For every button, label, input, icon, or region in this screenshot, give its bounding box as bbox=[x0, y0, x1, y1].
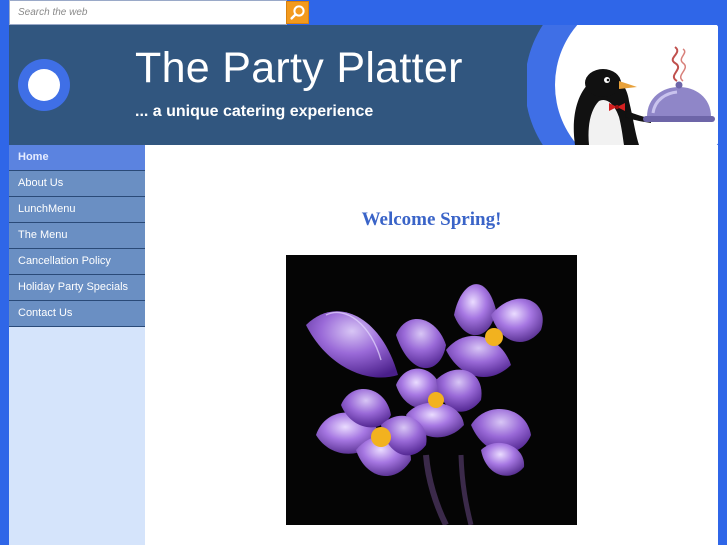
page-container: The Party Platter ... a unique catering … bbox=[9, 25, 718, 545]
welcome-heading: Welcome Spring! bbox=[361, 209, 502, 230]
site-title: The Party Platter bbox=[135, 44, 463, 92]
nav-item-lunch-menu[interactable]: LunchMenu bbox=[9, 197, 145, 223]
search-button[interactable] bbox=[286, 1, 309, 24]
nav-item-the-menu[interactable]: The Menu bbox=[9, 223, 145, 249]
nav-menu: Home About Us LunchMenu The Menu Cancell… bbox=[9, 145, 145, 327]
nav-item-cancellation-policy[interactable]: Cancellation Policy bbox=[9, 249, 145, 275]
site-header: The Party Platter ... a unique catering … bbox=[9, 25, 718, 145]
nav-item-holiday-party-specials[interactable]: Holiday Party Specials bbox=[9, 275, 145, 301]
logo-ring-icon bbox=[18, 59, 70, 111]
magnifier-icon bbox=[290, 5, 305, 20]
sidebar: Home About Us LunchMenu The Menu Cancell… bbox=[9, 145, 145, 545]
search-bar bbox=[9, 0, 309, 25]
main-content: Welcome Spring! bbox=[145, 145, 718, 545]
nav-item-about-us[interactable]: About Us bbox=[9, 171, 145, 197]
nav-item-home[interactable]: Home bbox=[9, 145, 145, 171]
site-tagline: ... a unique catering experience bbox=[135, 103, 374, 120]
penguin-waiter-icon bbox=[527, 25, 718, 145]
flower-image bbox=[286, 255, 577, 525]
nav-item-contact-us[interactable]: Contact Us bbox=[9, 301, 145, 327]
search-input[interactable] bbox=[9, 0, 287, 25]
